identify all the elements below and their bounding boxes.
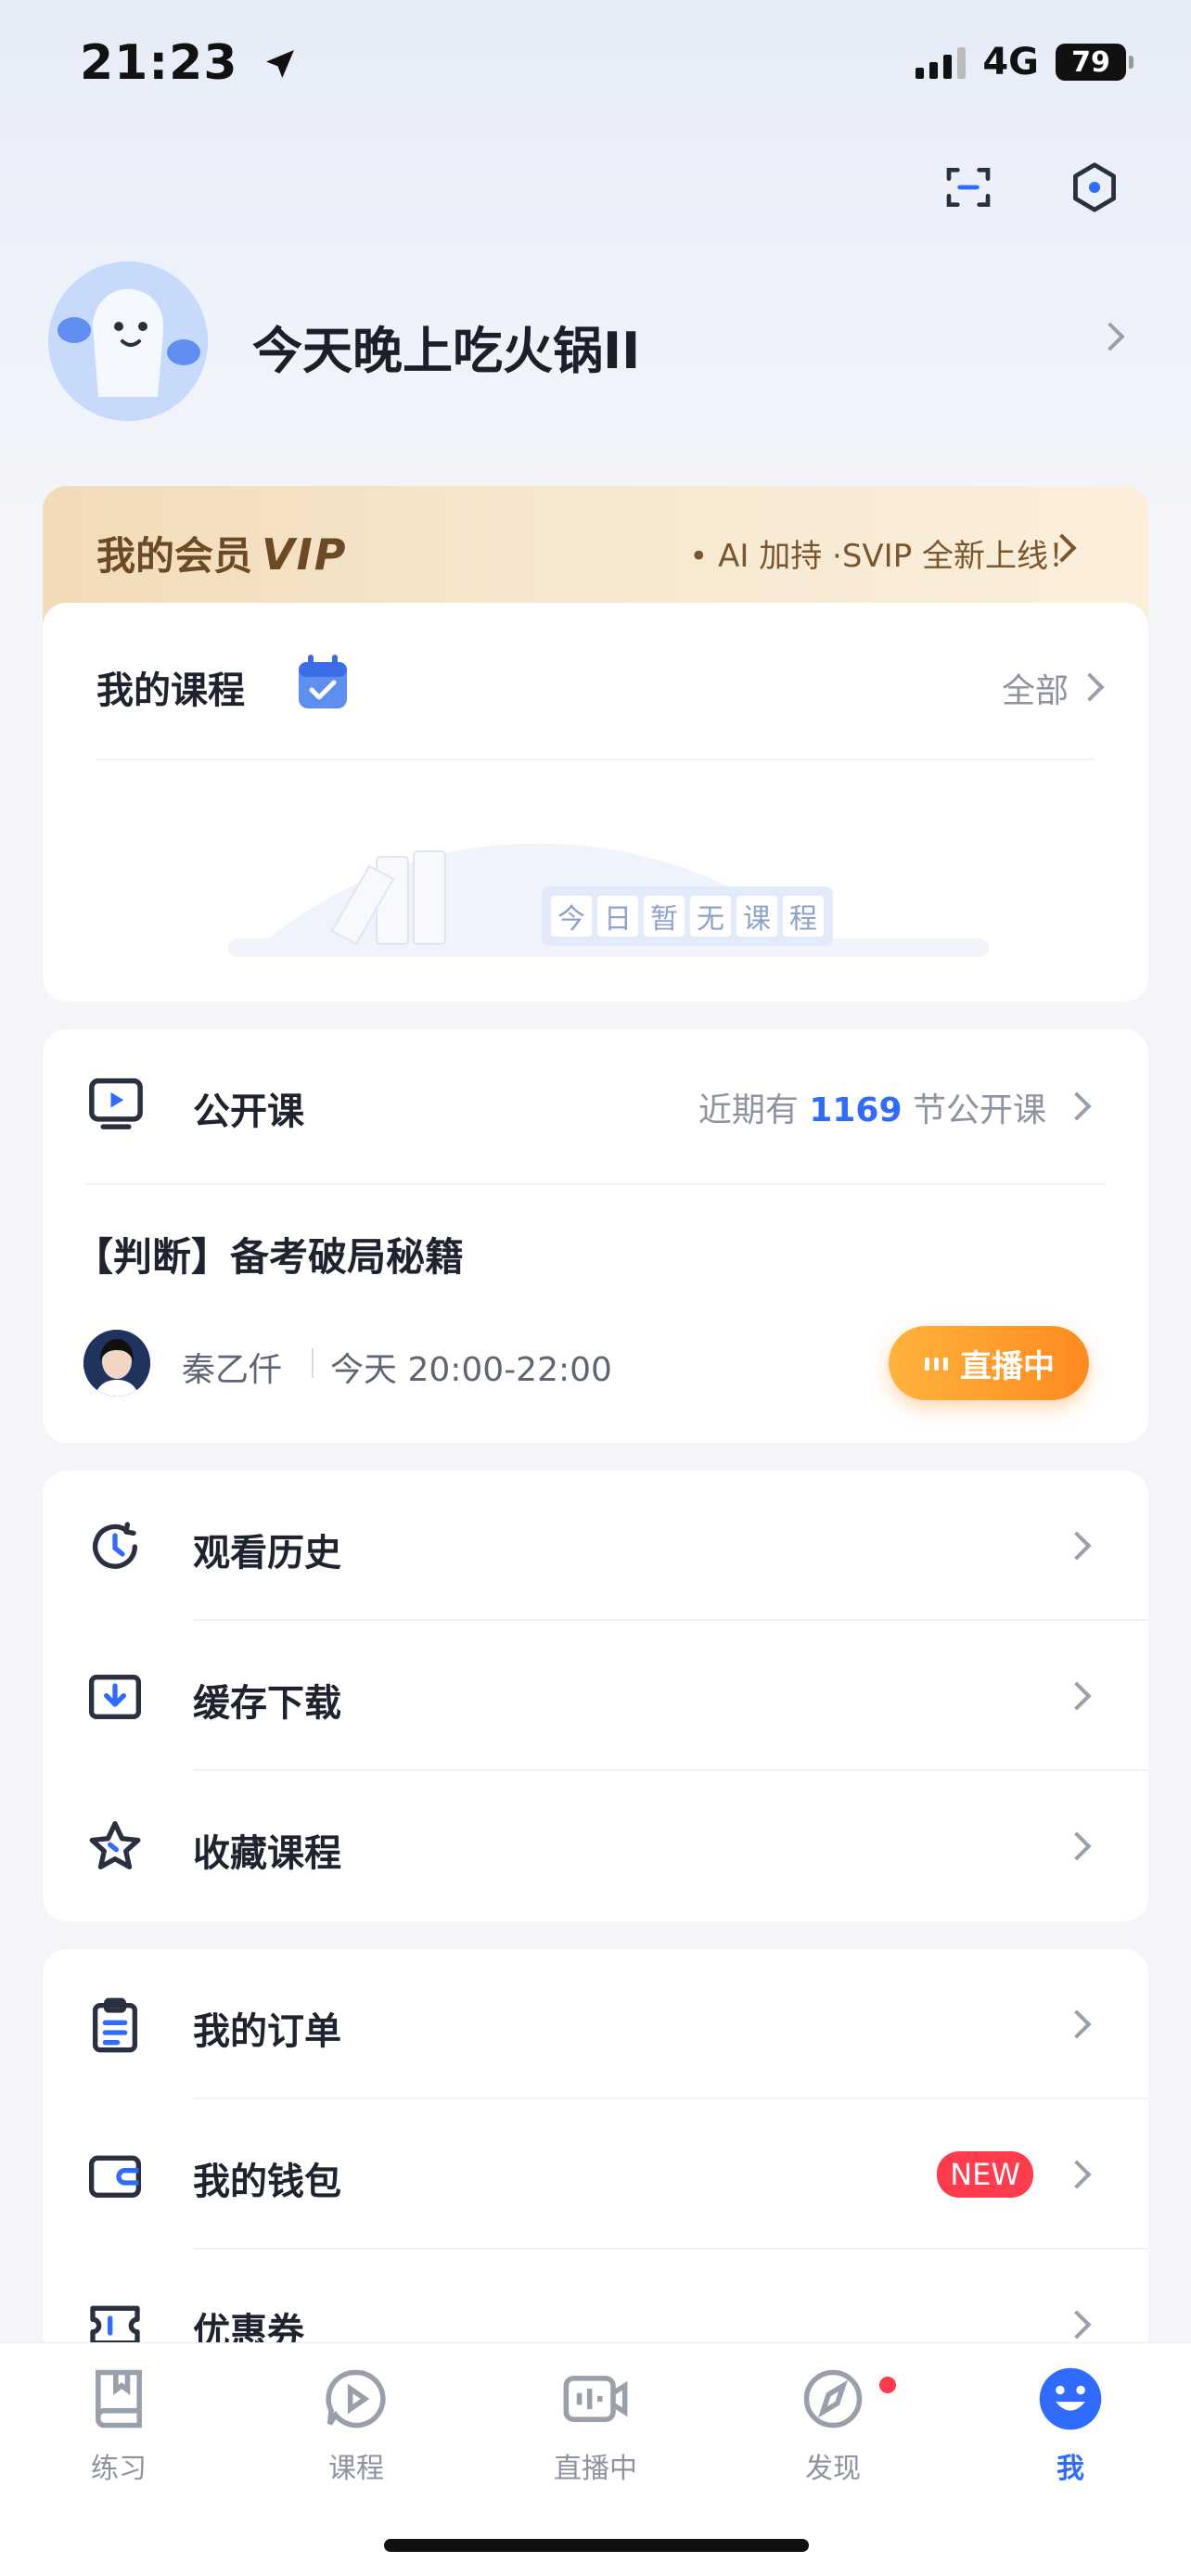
chevron-right-icon — [1062, 2009, 1092, 2039]
star-icon — [89, 1821, 141, 1869]
calendar-check-icon — [299, 655, 347, 708]
no-courses-today-label: 今 日 暂 无 课 程 — [542, 886, 833, 946]
tab-courses[interactable]: 课程 — [282, 2364, 430, 2486]
empty-char: 今 — [551, 896, 592, 937]
teacher-portrait-icon — [83, 1330, 150, 1396]
chevron-right-icon — [1062, 1681, 1092, 1711]
tab-practice-label: 练习 — [91, 2453, 147, 2485]
mascot-avatar-icon — [48, 261, 208, 421]
empty-char: 无 — [690, 896, 731, 937]
tab-discover[interactable]: 发现 — [759, 2364, 907, 2486]
wallet-icon — [89, 2155, 141, 2198]
sound-bars-icon — [925, 1358, 948, 1371]
tab-me[interactable]: 我 — [996, 2364, 1145, 2486]
location-arrow-icon — [265, 50, 294, 78]
tab-live-label: 直播中 — [554, 2453, 637, 2485]
play-bubble-icon — [326, 2369, 386, 2429]
live-now-label: 直播中 — [960, 1347, 1055, 1385]
open-class-count-prefix: 近期有 — [698, 1091, 799, 1129]
lesson-time: 今天 20:00-22:00 — [330, 1351, 612, 1389]
all-courses-link[interactable]: 全部 — [1002, 664, 1069, 712]
username[interactable]: 今天晚上吃火锅II — [252, 310, 640, 383]
tab-courses-label: 课程 — [328, 2453, 384, 2485]
clipboard-icon — [93, 1997, 137, 2053]
tab-me-label: 我 — [1057, 2453, 1084, 2485]
teacher-name: 秦乙仟 — [182, 1351, 283, 1389]
signal-icon — [916, 45, 967, 79]
compass-icon — [803, 2369, 863, 2429]
empty-char: 程 — [783, 896, 824, 937]
status-time: 21:23 — [80, 35, 299, 91]
scan-icon — [946, 168, 991, 208]
course-divider — [96, 759, 1095, 760]
my-wallet-row[interactable]: 我的钱包 NEW — [43, 2099, 1148, 2250]
open-class-title: 公开课 — [193, 1090, 304, 1133]
empty-char: 课 — [736, 896, 777, 937]
vip-title: 我的会员 VIP — [96, 525, 347, 581]
live-now-button[interactable]: 直播中 — [889, 1326, 1089, 1400]
vip-badge: VIP — [262, 529, 348, 580]
chevron-right-icon — [1062, 2310, 1092, 2340]
home-indicator[interactable] — [384, 2539, 809, 2552]
favorite-courses-label: 收藏课程 — [193, 1832, 341, 1875]
empty-char: 日 — [597, 896, 638, 937]
battery-icon: 79 — [1056, 44, 1133, 81]
status-indicators: 4G 79 — [916, 41, 1133, 83]
vip-promo[interactable]: • AI 加持 ·SVIP 全新上线！ — [689, 530, 1080, 576]
tab-practice[interactable]: 练习 — [45, 2364, 193, 2486]
network-type: 4G — [982, 41, 1039, 83]
status-time-text: 21:23 — [80, 35, 238, 91]
settings-button[interactable] — [1065, 158, 1124, 217]
lesson-title[interactable]: 【判断】备考破局秘籍 — [74, 1226, 464, 1282]
open-class-divider — [85, 1183, 1106, 1185]
open-class-count[interactable]: 近期有 1169 节公开课 — [698, 1083, 1046, 1131]
open-class-count-suffix: 节公开课 — [912, 1091, 1046, 1129]
menu-group-history: 观看历史 缓存下载 收藏课程 — [43, 1471, 1148, 1921]
chevron-right-icon — [1062, 1531, 1092, 1561]
tab-live[interactable]: 直播中 — [521, 2364, 670, 2486]
notification-dot — [879, 2377, 896, 2393]
empty-char: 暂 — [644, 896, 685, 937]
profile-chevron-icon[interactable] — [1095, 322, 1125, 351]
open-class-chevron-icon — [1062, 1091, 1092, 1121]
my-wallet-label: 我的钱包 — [193, 2161, 341, 2203]
live-video-icon — [563, 2376, 628, 2422]
scan-button[interactable] — [939, 158, 998, 217]
download-icon — [89, 1675, 141, 1719]
new-badge: NEW — [937, 2151, 1033, 2198]
all-courses-label: 全部 — [1001, 672, 1069, 710]
my-courses-title: 我的课程 — [96, 670, 245, 712]
watch-history-row[interactable]: 观看历史 — [43, 1471, 1148, 1621]
vip-title-text: 我的会员 — [96, 533, 253, 579]
clock-icon — [93, 1522, 137, 1569]
battery-level: 79 — [1071, 45, 1110, 79]
my-orders-row[interactable]: 我的订单 — [43, 1949, 1148, 2099]
chevron-right-icon — [1062, 2160, 1092, 2189]
chevron-right-icon — [1062, 1831, 1092, 1861]
favorite-courses-row[interactable]: 收藏课程 — [43, 1771, 1148, 1921]
smiley-icon — [1039, 2367, 1102, 2430]
menu-group-account: 我的订单 我的钱包 NEW 优惠券 — [43, 1949, 1148, 2357]
book-icon — [96, 2369, 142, 2429]
watch-history-label: 观看历史 — [193, 1532, 341, 1575]
hexagon-settings-icon — [1073, 162, 1116, 212]
all-courses-chevron-icon — [1075, 672, 1105, 702]
vip-chevron-icon — [1047, 533, 1077, 563]
tab-discover-label: 发现 — [805, 2453, 861, 2485]
cache-download-label: 缓存下载 — [193, 1682, 341, 1725]
my-orders-label: 我的订单 — [193, 2010, 341, 2053]
play-screen-icon — [89, 1078, 143, 1129]
teacher-avatar — [83, 1330, 150, 1396]
meta-separator — [312, 1348, 314, 1378]
cache-download-row[interactable]: 缓存下载 — [43, 1621, 1148, 1771]
open-class-count-number: 1169 — [809, 1091, 903, 1129]
avatar[interactable] — [48, 261, 208, 421]
my-courses-card: 我的课程 全部 今 日 暂 无 课 程 — [43, 603, 1148, 1001]
